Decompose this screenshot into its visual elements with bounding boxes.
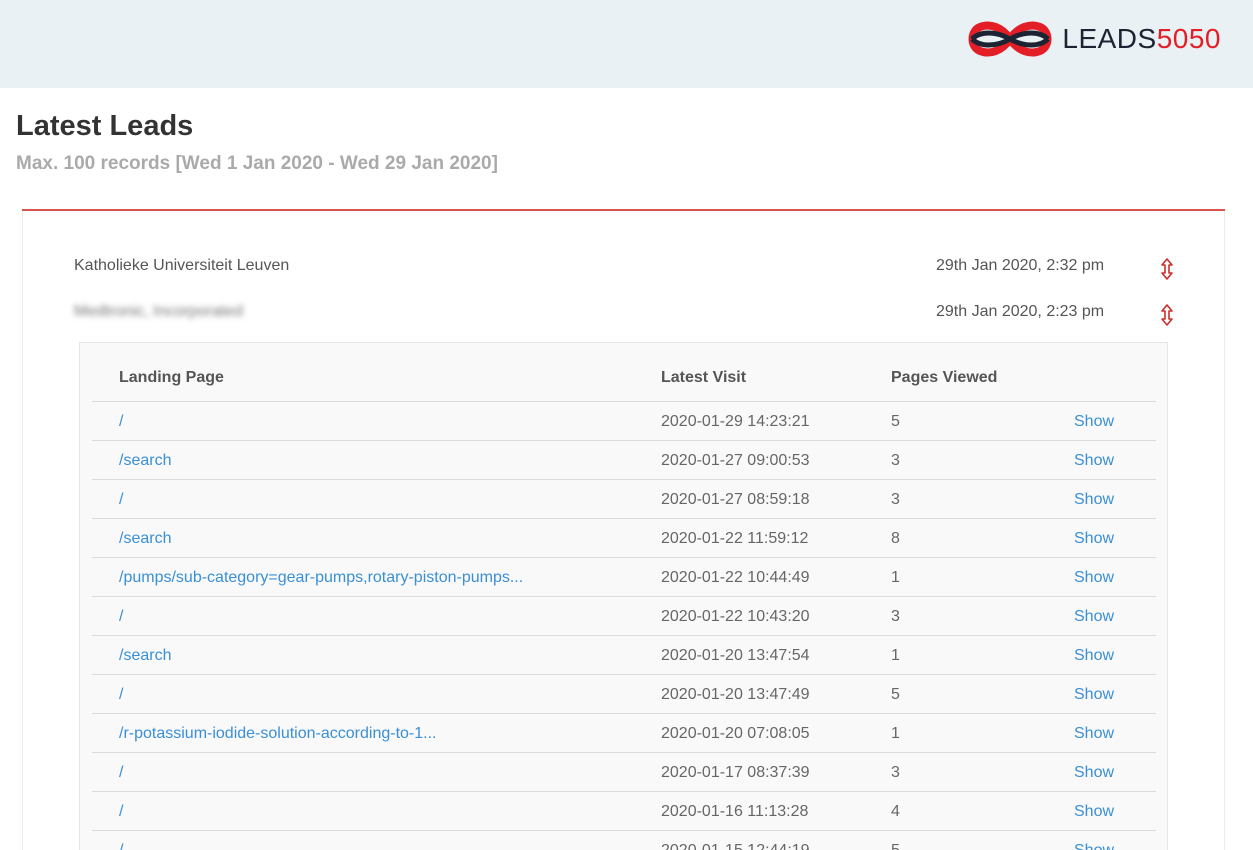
landing-page-link[interactable]: /	[119, 413, 123, 431]
brand-name: LEADS5050	[1062, 23, 1221, 55]
table-row: / 2020-01-17 08:37:39 3 Show	[92, 753, 1156, 792]
pages-viewed-cell: 3	[891, 764, 900, 781]
expand-collapse-icon[interactable]	[1158, 303, 1176, 327]
table-row: / 2020-01-15 12:44:19 5 Show	[92, 831, 1156, 850]
page-title: Latest Leads	[16, 110, 194, 142]
latest-visit-cell: 2020-01-27 08:59:18	[661, 491, 810, 508]
latest-visit-cell: 2020-01-20 07:08:05	[661, 725, 810, 742]
latest-visit-cell: 2020-01-22 10:43:20	[661, 608, 810, 625]
brand-name-main: LEADS	[1062, 23, 1157, 54]
show-link[interactable]: Show	[1074, 725, 1114, 743]
landing-page-link[interactable]: /search	[119, 452, 171, 470]
lead-name: Medtronic, Incorporated	[74, 303, 243, 320]
show-link[interactable]: Show	[1074, 803, 1114, 821]
show-link[interactable]: Show	[1074, 413, 1114, 431]
landing-page-link[interactable]: /	[119, 803, 123, 821]
brand-logo[interactable]: LEADS5050	[966, 16, 1221, 62]
table-row: /pumps/sub-category=gear-pumps,rotary-pi…	[92, 558, 1156, 597]
pages-viewed-cell: 3	[891, 491, 900, 508]
landing-page-link[interactable]: /	[119, 608, 123, 626]
landing-page-link[interactable]: /	[119, 686, 123, 704]
pages-viewed-cell: 1	[891, 725, 900, 742]
column-header-pages-viewed: Pages Viewed	[891, 369, 998, 386]
table-row: /search 2020-01-22 11:59:12 8 Show	[92, 519, 1156, 558]
landing-page-link[interactable]: /search	[119, 530, 171, 548]
latest-visit-cell: 2020-01-17 08:37:39	[661, 764, 810, 781]
pages-viewed-cell: 3	[891, 452, 900, 469]
landing-page-link[interactable]: /	[119, 764, 123, 782]
show-link[interactable]: Show	[1074, 530, 1114, 548]
infinity-logo-icon	[968, 21, 1052, 57]
table-row: /r-potassium-iodide-solution-according-t…	[92, 714, 1156, 753]
landing-page-link[interactable]: /	[119, 491, 123, 509]
table-row: / 2020-01-29 14:23:21 5 Show	[92, 402, 1156, 441]
lead-row[interactable]: Katholieke Universiteit Leuven 29th Jan …	[74, 257, 1184, 281]
page-subtitle: Max. 100 records [Wed 1 Jan 2020 - Wed 2…	[16, 153, 498, 174]
show-link[interactable]: Show	[1074, 569, 1114, 587]
show-link[interactable]: Show	[1074, 764, 1114, 782]
landing-page-link[interactable]: /search	[119, 647, 171, 665]
visits-table: Landing Page Latest Visit Pages Viewed /…	[79, 342, 1168, 850]
column-header-latest-visit: Latest Visit	[661, 369, 747, 386]
latest-visit-cell: 2020-01-29 14:23:21	[661, 413, 810, 430]
lead-row[interactable]: Medtronic, Incorporated 29th Jan 2020, 2…	[74, 303, 1184, 327]
show-link[interactable]: Show	[1074, 647, 1114, 665]
latest-visit-cell: 2020-01-20 13:47:49	[661, 686, 810, 703]
table-row: / 2020-01-27 08:59:18 3 Show	[92, 480, 1156, 519]
latest-visit-cell: 2020-01-20 13:47:54	[661, 647, 810, 664]
table-row: / 2020-01-20 13:47:49 5 Show	[92, 675, 1156, 714]
top-header: LEADS5050	[0, 0, 1253, 88]
pages-viewed-cell: 1	[891, 569, 900, 586]
landing-page-link[interactable]: /	[119, 842, 123, 850]
latest-visit-cell: 2020-01-27 09:00:53	[661, 452, 810, 469]
latest-visit-cell: 2020-01-22 10:44:49	[661, 569, 810, 586]
pages-viewed-cell: 8	[891, 530, 900, 547]
show-link[interactable]: Show	[1074, 608, 1114, 626]
pages-viewed-cell: 4	[891, 803, 900, 820]
lead-name: Katholieke Universiteit Leuven	[74, 257, 290, 274]
lead-time: 29th Jan 2020, 2:32 pm	[936, 257, 1105, 274]
pages-viewed-cell: 1	[891, 647, 900, 664]
show-link[interactable]: Show	[1074, 686, 1114, 704]
expand-collapse-icon[interactable]	[1158, 257, 1176, 281]
column-header-landing-page: Landing Page	[119, 369, 224, 386]
table-row: /search 2020-01-20 13:47:54 1 Show	[92, 636, 1156, 675]
show-link[interactable]: Show	[1074, 842, 1114, 850]
latest-visit-cell: 2020-01-22 11:59:12	[661, 530, 809, 547]
lead-time: 29th Jan 2020, 2:23 pm	[936, 303, 1105, 320]
landing-page-link[interactable]: /r-potassium-iodide-solution-according-t…	[119, 725, 436, 743]
pages-viewed-cell: 3	[891, 608, 900, 625]
table-row: / 2020-01-16 11:13:28 4 Show	[92, 792, 1156, 831]
brand-name-number: 5050	[1156, 23, 1221, 54]
table-row: / 2020-01-22 10:43:20 3 Show	[92, 597, 1156, 636]
show-link[interactable]: Show	[1074, 452, 1114, 470]
visits-table-header: Landing Page Latest Visit Pages Viewed	[92, 343, 1156, 402]
latest-visit-cell: 2020-01-16 11:13:28	[661, 803, 809, 820]
landing-page-link[interactable]: /pumps/sub-category=gear-pumps,rotary-pi…	[119, 569, 523, 587]
latest-visit-cell: 2020-01-15 12:44:19	[661, 842, 810, 850]
table-row: /search 2020-01-27 09:00:53 3 Show	[92, 441, 1156, 480]
pages-viewed-cell: 5	[891, 842, 900, 850]
show-link[interactable]: Show	[1074, 491, 1114, 509]
pages-viewed-cell: 5	[891, 413, 900, 430]
pages-viewed-cell: 5	[891, 686, 900, 703]
